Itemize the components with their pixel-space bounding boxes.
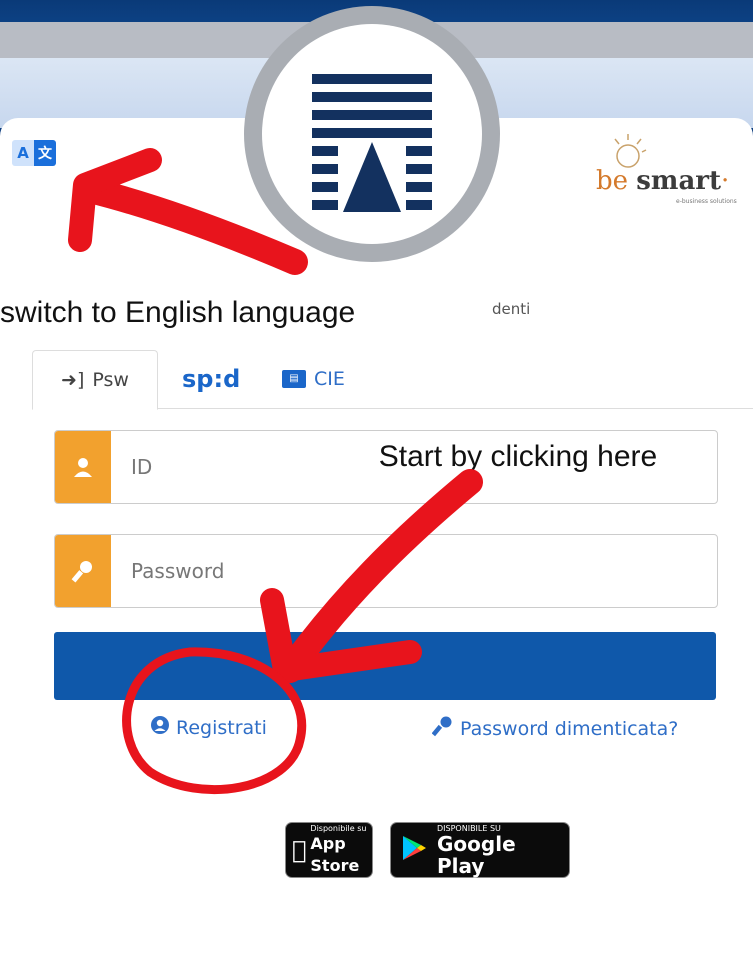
register-link[interactable]: Registrati: [150, 715, 267, 740]
tab-psw-label: Psw: [92, 369, 129, 391]
portal-subtitle-fragment: denti: [492, 300, 531, 318]
tab-spid[interactable]: sp:d: [182, 350, 240, 408]
google-play-icon: [401, 834, 427, 866]
tab-psw[interactable]: ➜] Psw: [32, 350, 158, 410]
login-method-tabs: ➜] Psw sp:d ▤ CIE: [32, 350, 753, 410]
language-translate-glyph: 文: [34, 140, 56, 166]
tab-cie-label: CIE: [314, 368, 345, 390]
university-logo-icon: [312, 74, 432, 212]
apple-icon: : [292, 836, 306, 864]
id-card-icon: ▤: [282, 370, 306, 388]
university-logo: [262, 24, 482, 244]
google-play-big-text: Google Play: [437, 831, 516, 878]
key-icon: [55, 535, 111, 607]
language-a-glyph: A: [12, 140, 34, 166]
app-store-small-text: Disponibile su: [296, 823, 366, 833]
key-small-icon: [431, 715, 454, 742]
app-store-badge[interactable]:  Disponibile su App Store: [285, 822, 373, 878]
forgot-password-label: Password dimenticata?: [460, 717, 679, 740]
login-button[interactable]: [54, 632, 716, 700]
password-field-group: [54, 534, 718, 608]
besmart-tagline: e-business solutions: [676, 198, 737, 205]
user-circle-icon: [150, 715, 170, 740]
forgot-password-link[interactable]: Password dimenticata?: [431, 715, 679, 742]
language-toggle-button[interactable]: A 文: [12, 140, 56, 166]
besmart-prefix: be: [596, 166, 629, 196]
google-play-badge[interactable]: DISPONIBILE SU Google Play: [390, 822, 570, 878]
besmart-suffix: smart: [636, 166, 721, 196]
register-link-label: Registrati: [176, 716, 267, 739]
password-input[interactable]: [111, 535, 717, 607]
annotation-start-here: Start by clicking here: [322, 432, 714, 482]
besmart-logo: be smart·: [596, 166, 729, 196]
sign-in-icon: ➜]: [61, 369, 85, 391]
tab-spid-label: sp:d: [182, 365, 241, 393]
app-store-big-text: App Store: [296, 833, 359, 875]
user-icon: [55, 431, 111, 503]
annotation-switch-language: switch to English language: [0, 296, 356, 329]
tab-cie[interactable]: ▤ CIE: [282, 350, 345, 408]
besmart-trademark: ·: [721, 166, 730, 196]
